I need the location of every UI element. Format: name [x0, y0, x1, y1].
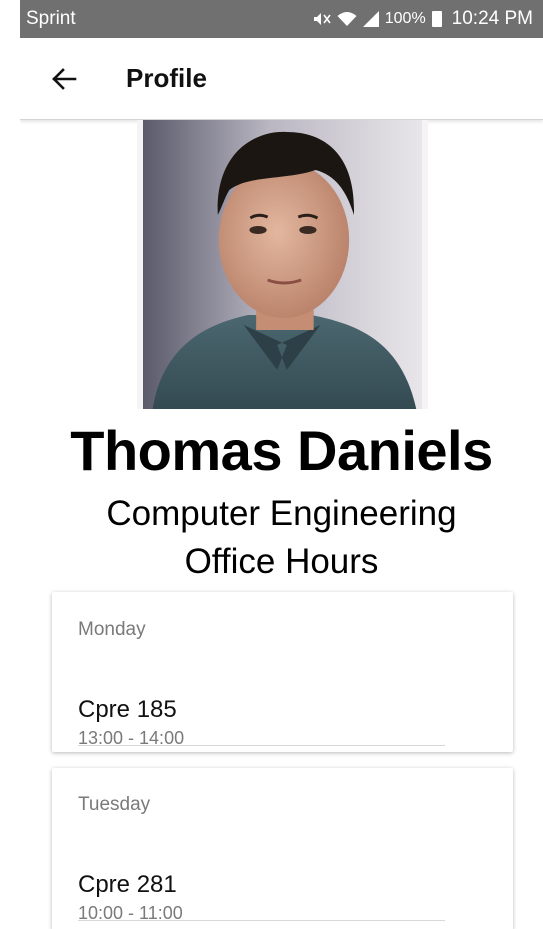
office-hours-card[interactable]: Monday Cpre 185 13:00 - 14:00: [52, 592, 513, 752]
signal-icon: [362, 11, 379, 27]
wifi-icon: [337, 12, 357, 26]
mute-icon: [313, 13, 331, 25]
office-hours-course: Cpre 185: [78, 696, 177, 723]
app-bar: Profile: [20, 38, 543, 120]
divider: [78, 745, 445, 746]
battery-icon: [431, 11, 442, 27]
status-icons: 100%: [313, 10, 444, 28]
office-hours-day: Monday: [78, 619, 146, 640]
arrow-left-icon: [52, 67, 77, 90]
battery-percent: 100%: [384, 10, 426, 27]
carrier-label: Sprint: [26, 8, 76, 29]
page-title: Profile: [126, 63, 207, 93]
profile-name: Thomas Daniels: [70, 419, 493, 482]
profile-photo: [137, 120, 428, 409]
clock: 10:24 PM: [451, 8, 533, 29]
status-bar: Sprint 100% 10:24 PM: [20, 0, 543, 38]
office-hours-day: Tuesday: [78, 794, 151, 815]
app-screen: Sprint 100% 10:24 PM Profile Thomas Dani…: [20, 0, 543, 929]
profile-department: Computer Engineering: [106, 494, 457, 533]
office-hours-course: Cpre 281: [78, 871, 177, 898]
status-right: 100% 10:24 PM: [313, 8, 533, 30]
office-hours-title: Office Hours: [184, 542, 379, 581]
divider: [78, 920, 445, 921]
profile-photo-drawing: [143, 120, 422, 409]
office-hours-card[interactable]: Tuesday Cpre 281 10:00 - 11:00: [52, 768, 513, 929]
back-button[interactable]: [48, 63, 80, 95]
